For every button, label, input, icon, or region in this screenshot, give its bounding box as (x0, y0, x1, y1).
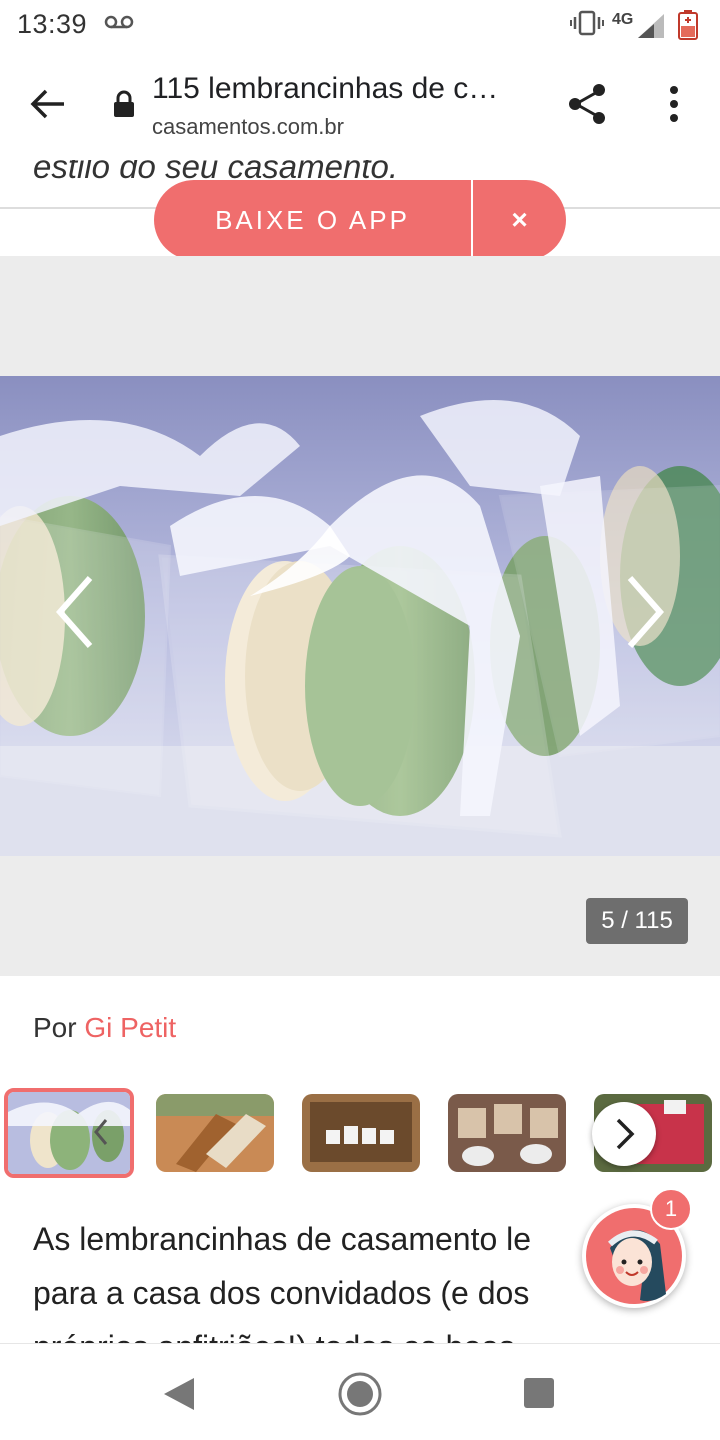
voicemail-icon (104, 15, 134, 29)
page-domain[interactable]: casamentos.com.br (152, 114, 344, 140)
vibrate-icon (570, 10, 604, 36)
status-bar: 13:39 4G (0, 0, 720, 48)
thumbnail-image (156, 1094, 274, 1172)
lock-icon[interactable] (112, 90, 136, 118)
nav-recents-icon[interactable] (524, 1378, 554, 1408)
thumbnail-wooden-fans[interactable] (156, 1094, 274, 1172)
photo-gallery (0, 256, 720, 976)
back-arrow-icon[interactable] (24, 80, 72, 128)
gallery-image[interactable] (0, 376, 720, 856)
share-icon[interactable] (566, 80, 610, 128)
gallery-prev-icon[interactable] (52, 572, 100, 652)
gallery-counter: 5 / 115 (586, 898, 688, 944)
thumbnail-image (448, 1094, 566, 1172)
article-line: próprios anfitriões!) todas as boas (33, 1320, 673, 1343)
more-vert-icon[interactable] (656, 82, 692, 126)
network-type: 4G (612, 11, 634, 28)
download-app-banner: BAIXE O APP × (154, 180, 566, 260)
browser-toolbar: 115 lembrancinhas de c… casamentos.com.b… (0, 48, 720, 209)
close-banner-button[interactable]: × (473, 180, 566, 260)
thumbnails-next-icon[interactable] (592, 1102, 656, 1166)
article-line: para a casa dos convidados (e dos (33, 1275, 530, 1311)
page-title[interactable]: 115 lembrancinhas de c… (152, 72, 532, 106)
author-link[interactable]: Gi Petit (84, 1012, 176, 1043)
author-prefix: Por (33, 1012, 77, 1043)
thumbnail-macarons-boxes[interactable] (4, 1088, 134, 1178)
author-credit: Por Gi Petit (33, 1012, 176, 1044)
battery-icon (678, 10, 698, 40)
signal-icon (638, 14, 664, 38)
status-time: 13:39 (17, 9, 88, 39)
chat-notification-badge: 1 (650, 1188, 692, 1230)
thumbnail-wrapped-sweets[interactable] (448, 1094, 566, 1172)
thumbnail-image (302, 1094, 420, 1172)
thumbnail-jars-on-shelf[interactable] (302, 1094, 420, 1172)
article-text: As lembrancinhas de casamento le para a … (33, 1212, 673, 1343)
gallery-next-icon[interactable] (620, 572, 668, 652)
nav-back-icon[interactable] (162, 1376, 196, 1412)
system-nav-bar (0, 1343, 720, 1440)
download-app-button[interactable]: BAIXE O APP (154, 205, 471, 236)
thumbnail-image (8, 1092, 130, 1174)
nav-home-icon[interactable] (336, 1370, 384, 1418)
article-line: As lembrancinhas de casamento le (33, 1221, 532, 1257)
